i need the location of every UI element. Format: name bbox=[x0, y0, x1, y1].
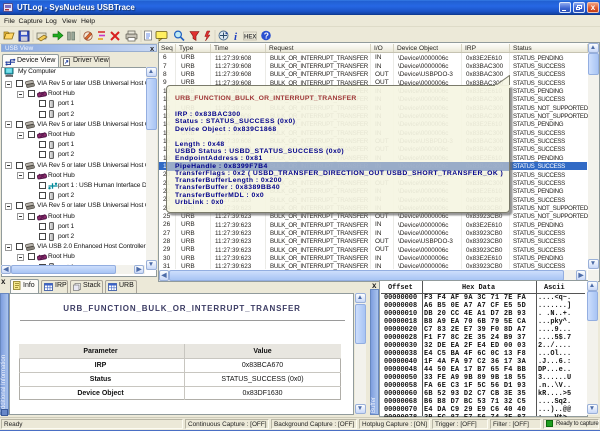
svg-text:HEX: HEX bbox=[244, 35, 256, 41]
svg-text:?: ? bbox=[264, 31, 269, 41]
